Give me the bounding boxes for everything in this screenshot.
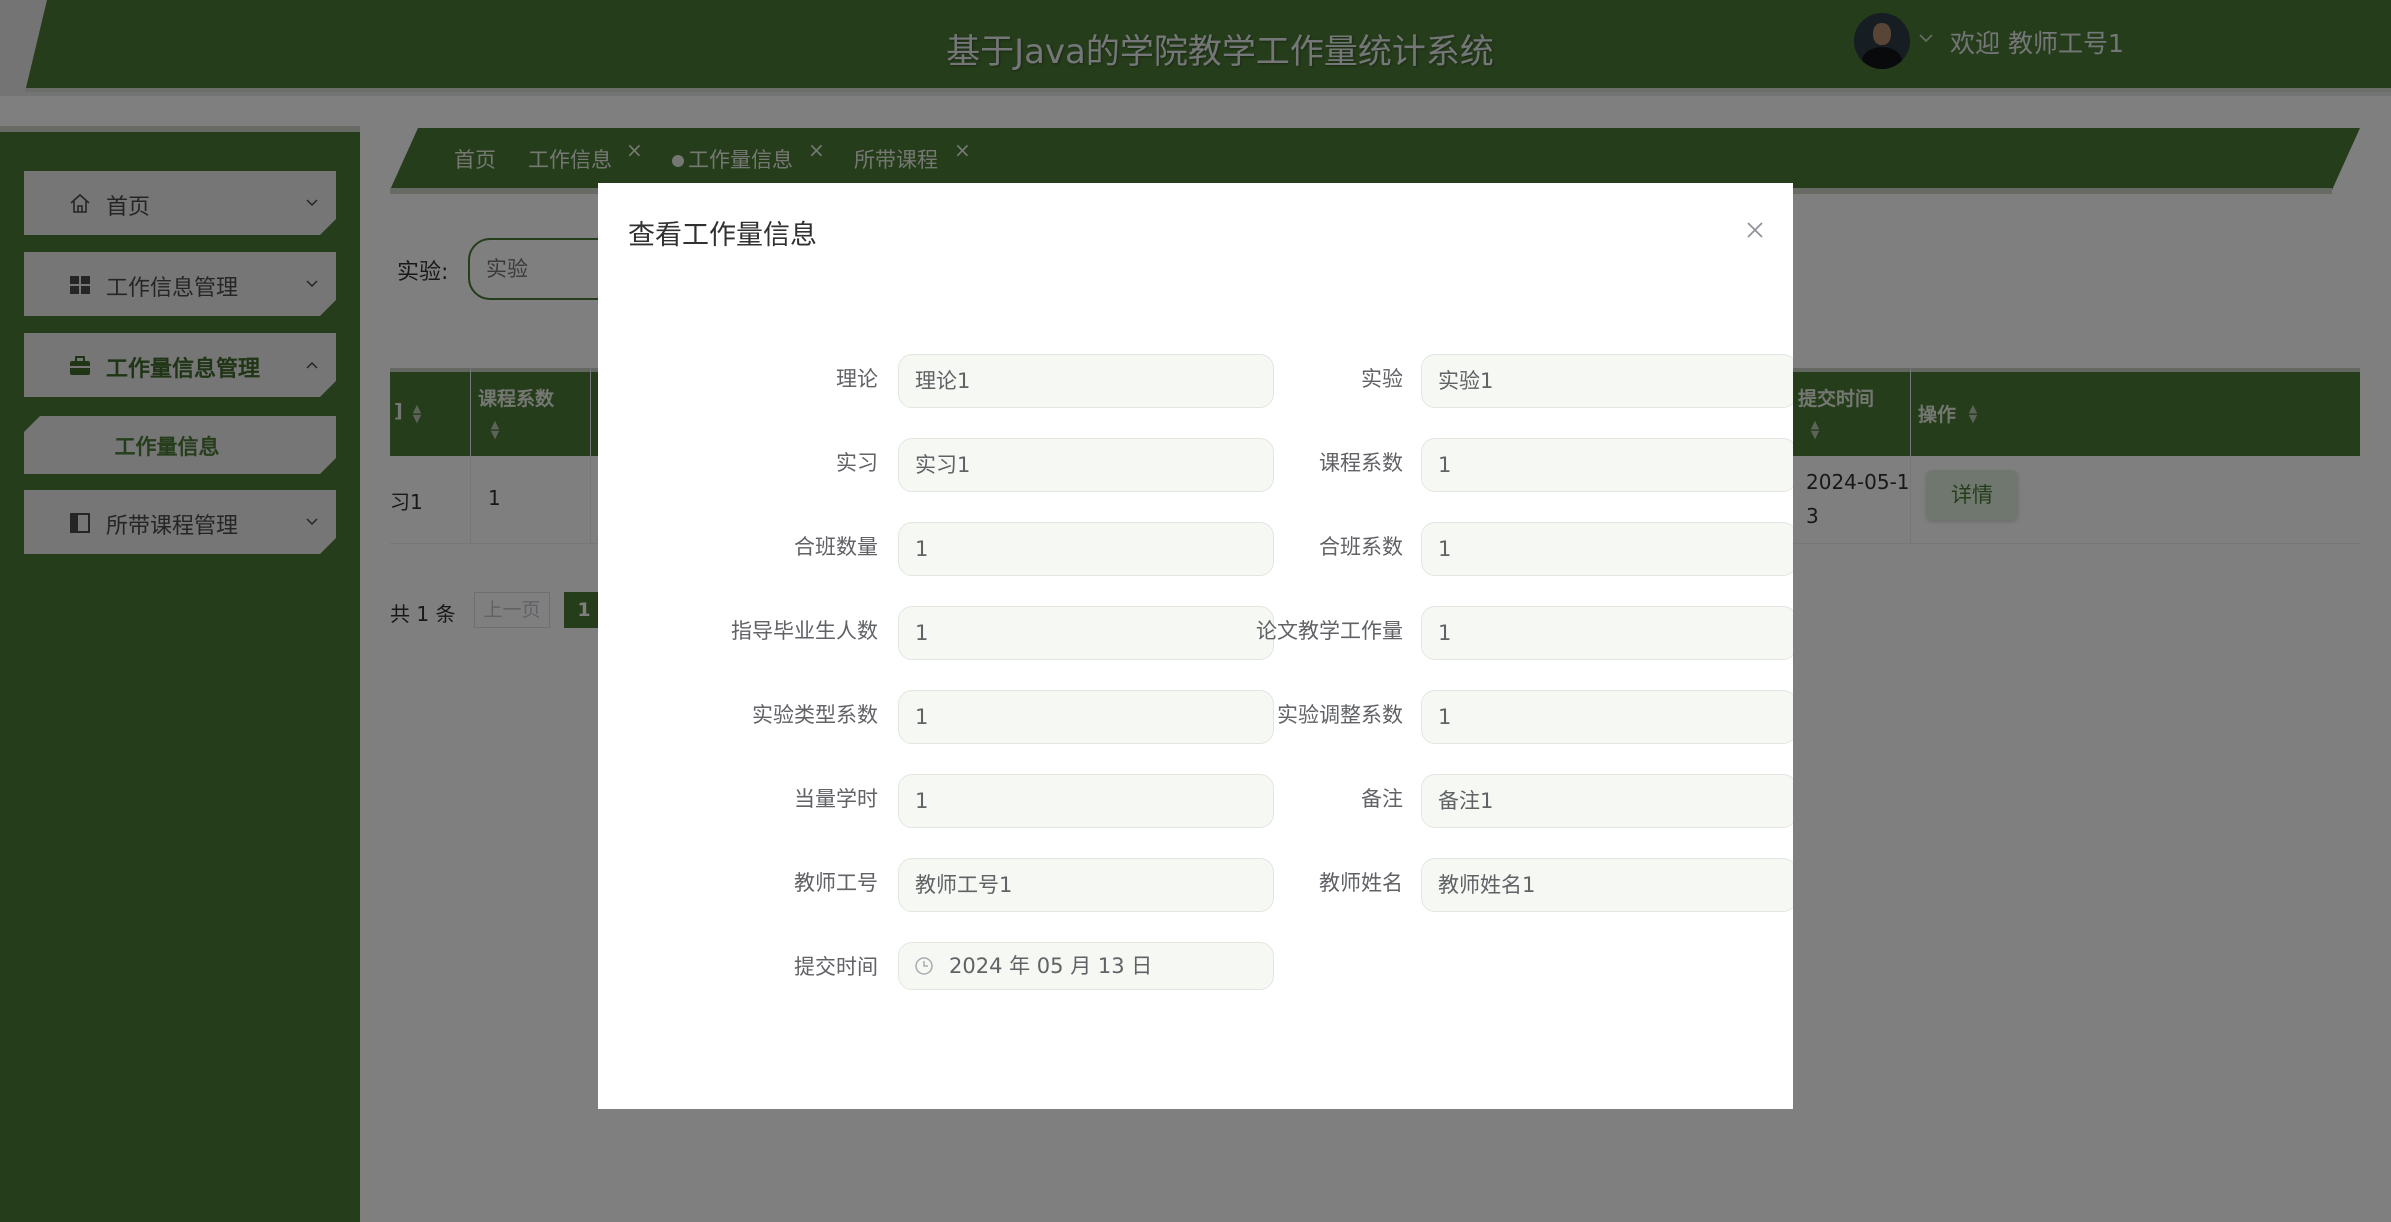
field-label-combined-class-coef: 合班系数 xyxy=(1319,535,1403,559)
field-label-remarks: 备注 xyxy=(1361,787,1403,811)
field-input-remarks[interactable]: 备注1 xyxy=(1421,774,1793,828)
field-input-teacher-name[interactable]: 教师姓名1 xyxy=(1421,858,1793,912)
field-label-thesis-workload: 论文教学工作量 xyxy=(1256,619,1403,643)
field-label-submit-time: 提交时间 xyxy=(794,955,878,979)
field-label-internship: 实习 xyxy=(836,451,878,475)
field-input-experiment-adjust-coef[interactable]: 1 xyxy=(1421,690,1793,744)
field-label-teacher-name: 教师姓名 xyxy=(1319,871,1403,895)
field-input-experiment[interactable]: 实验1 xyxy=(1421,354,1793,408)
field-label-theory: 理论 xyxy=(836,367,878,391)
field-label-experiment-type-coef: 实验类型系数 xyxy=(752,703,878,727)
field-label-class-count: 合班数量 xyxy=(794,535,878,559)
field-label-teacher-id: 教师工号 xyxy=(794,871,878,895)
field-label-experiment-adjust-coef: 实验调整系数 xyxy=(1277,703,1403,727)
field-input-course-coef[interactable]: 1 xyxy=(1421,438,1793,492)
field-label-equivalent-hours: 当量学时 xyxy=(794,787,878,811)
field-label-course-coef: 课程系数 xyxy=(1319,451,1403,475)
dialog-title: 查看工作量信息 xyxy=(628,220,817,251)
field-input-combined-class-coef[interactable]: 1 xyxy=(1421,522,1793,576)
date-value: 2024 年 05 月 13 日 xyxy=(949,954,1153,978)
field-label-experiment: 实验 xyxy=(1361,367,1403,391)
workload-detail-dialog: 查看工作量信息 理论 理论1 实习 实习1 合班数量 1 指导毕业生人数 1 实… xyxy=(598,183,1793,1109)
close-icon[interactable] xyxy=(1744,219,1766,241)
field-label-graduates-guided: 指导毕业生人数 xyxy=(731,619,878,643)
field-input-submit-time[interactable]: 2024 年 05 月 13 日 xyxy=(898,942,1274,990)
field-input-thesis-workload[interactable]: 1 xyxy=(1421,606,1793,660)
clock-icon xyxy=(915,957,933,975)
